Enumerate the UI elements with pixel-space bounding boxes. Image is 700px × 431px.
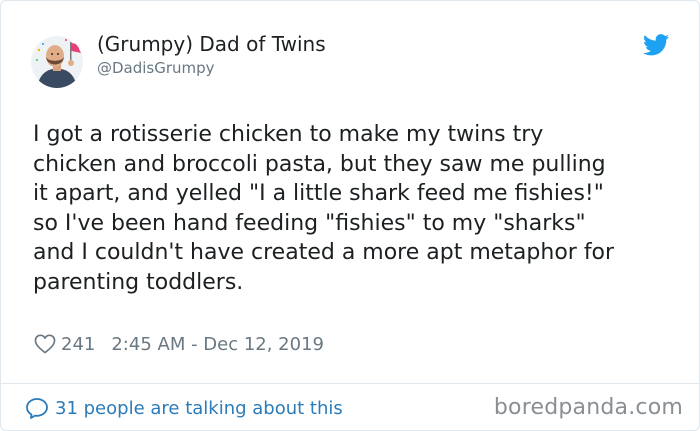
twitter-bird-icon[interactable] [643,34,669,56]
author-handle[interactable]: @DadisGrumpy [97,59,215,77]
footer-divider [1,383,699,384]
tweet-text: I got a rotisserie chicken to make my tw… [33,122,615,295]
heart-icon[interactable] [34,334,56,354]
author-display-name[interactable]: (Grumpy) Dad of Twins [97,32,326,56]
like-count[interactable]: 241 [61,334,95,355]
conversation-link[interactable]: 31 people are talking about this [25,394,343,422]
person-with-flag-avatar-icon [31,36,83,88]
tweet-card: (Grumpy) Dad of Twins @DadisGrumpy I got… [0,0,700,431]
boredpanda-watermark: boredpanda.com [493,395,683,420]
speech-bubble-icon [26,398,48,419]
tweet-timestamp[interactable]: 2:45 AM - Dec 12, 2019 [111,334,324,355]
tweet-meta: 241 2:45 AM - Dec 12, 2019 [34,331,324,357]
conversation-label[interactable]: 31 people are talking about this [55,398,343,419]
author-avatar[interactable] [31,36,83,88]
